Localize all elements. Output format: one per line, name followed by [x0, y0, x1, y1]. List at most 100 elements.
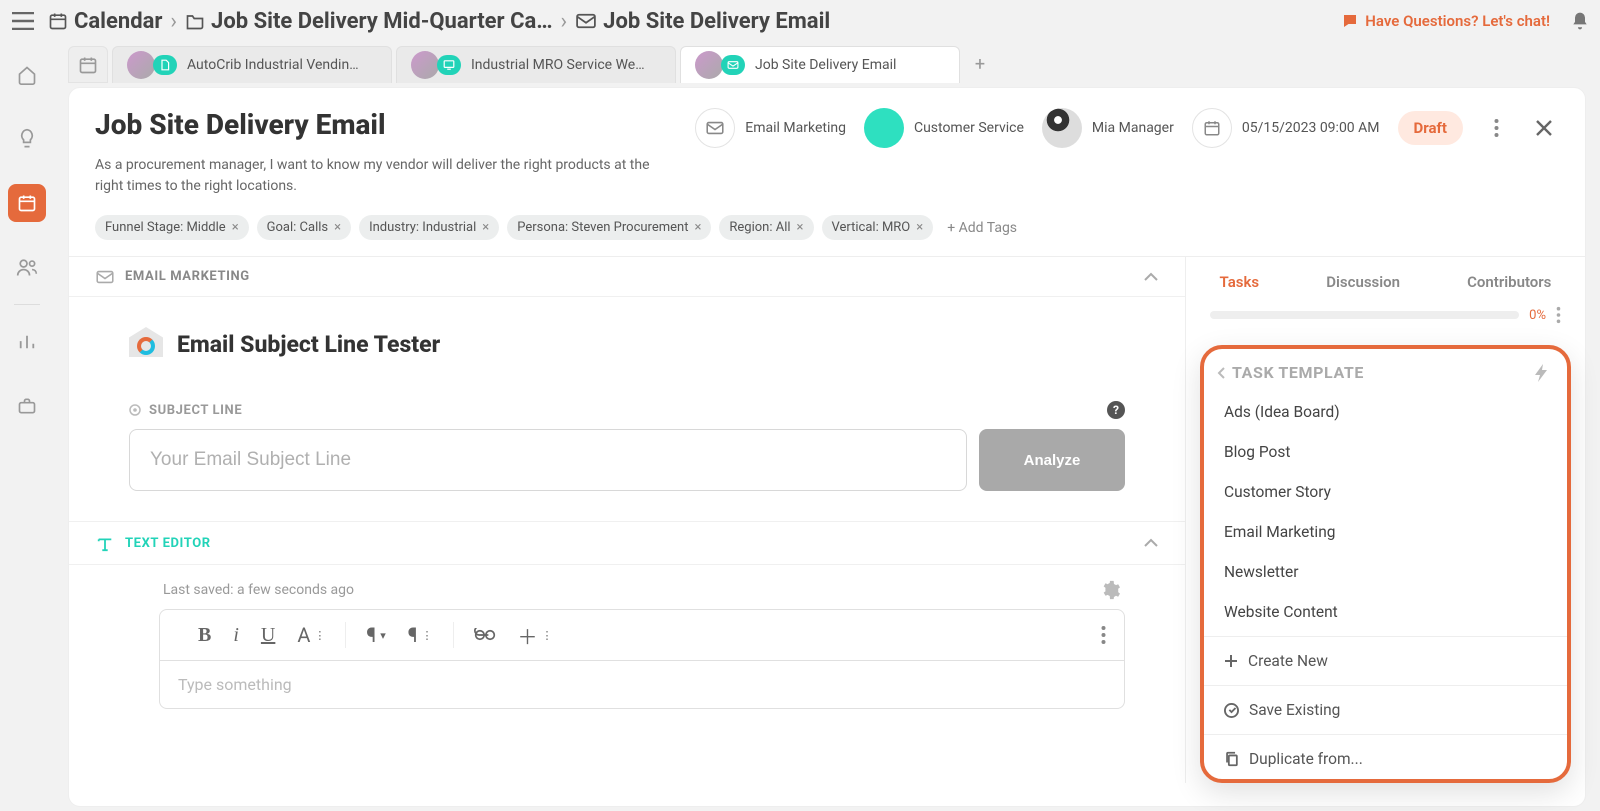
- link-button[interactable]: [474, 628, 496, 642]
- task-template-panel: TASK TEMPLATE Ads (Idea Board) Blog Post…: [1200, 345, 1571, 783]
- tag-chip[interactable]: Vertical: MRO ×: [822, 215, 934, 240]
- main-column: EMAIL MARKETING Email Subject Line Teste…: [69, 257, 1185, 783]
- tag-label: Funnel Stage: Middle: [105, 220, 226, 235]
- section-email-marketing-header[interactable]: EMAIL MARKETING: [69, 257, 1185, 297]
- channel-chip[interactable]: Email Marketing: [695, 108, 846, 148]
- chevron-up-icon: [1143, 538, 1159, 548]
- paragraph-ltr-button[interactable]: ¶▾: [366, 623, 385, 647]
- close-button[interactable]: [1529, 113, 1559, 143]
- breadcrumb-folder[interactable]: Job Site Delivery Mid-Quarter Ca…: [185, 9, 553, 34]
- tab-tasks[interactable]: Tasks: [1220, 273, 1260, 291]
- nav-team[interactable]: [8, 248, 46, 286]
- section-text-editor-header[interactable]: TEXT EDITOR: [69, 521, 1185, 565]
- nav-home[interactable]: [8, 56, 46, 94]
- help-icon: ?: [1107, 401, 1125, 419]
- add-tab-button[interactable]: +: [964, 54, 996, 75]
- breadcrumb-item[interactable]: Job Site Delivery Email: [575, 9, 830, 34]
- divider: [1204, 685, 1567, 686]
- tag-chip[interactable]: Industry: Industrial×: [359, 215, 499, 240]
- breadcrumb-calendar[interactable]: Calendar: [48, 9, 162, 34]
- copy-icon: [1224, 751, 1239, 767]
- add-tags-button[interactable]: + Add Tags: [947, 220, 1017, 236]
- tab-label: Job Site Delivery Email: [755, 57, 896, 73]
- status-pill[interactable]: Draft: [1398, 111, 1463, 145]
- tag-chip[interactable]: Funnel Stage: Middle ×: [95, 215, 249, 240]
- tab-contributors[interactable]: Contributors: [1467, 273, 1551, 291]
- nav-analytics[interactable]: [8, 323, 46, 361]
- subject-line-label: SUBJECT LINE: [129, 403, 242, 418]
- text-editor-body: Last saved: a few seconds ago B i U A⋮: [69, 565, 1185, 739]
- remove-tag-icon[interactable]: ×: [916, 220, 923, 235]
- nav-ideas[interactable]: [8, 120, 46, 158]
- bolt-icon[interactable]: [1535, 364, 1549, 382]
- content-card: Job Site Delivery Email As a procurement…: [68, 87, 1586, 807]
- bold-button[interactable]: B: [198, 624, 211, 647]
- help-chat-label: Have Questions? Let's chat!: [1365, 12, 1550, 30]
- editor-textarea[interactable]: Type something: [159, 661, 1125, 709]
- remove-tag-icon[interactable]: ×: [232, 220, 239, 235]
- tag-chip[interactable]: Region: All×: [719, 215, 813, 240]
- save-existing-template[interactable]: Save Existing: [1204, 690, 1567, 730]
- owner-chip[interactable]: Mia Manager: [1042, 108, 1174, 148]
- breadcrumb-item-label: Job Site Delivery Email: [603, 9, 830, 34]
- nav-assets[interactable]: [8, 387, 46, 425]
- email-icon: [95, 270, 115, 284]
- template-option[interactable]: Blog Post: [1204, 432, 1567, 472]
- page-title: Job Site Delivery Email: [95, 108, 655, 141]
- avatar-icon: [695, 51, 723, 79]
- calendar-icon: [1192, 108, 1232, 148]
- task-template-back[interactable]: TASK TEMPLATE: [1216, 363, 1364, 382]
- remove-tag-icon[interactable]: ×: [334, 220, 341, 235]
- last-saved-label: Last saved: a few seconds ago: [163, 582, 354, 598]
- template-option[interactable]: Ads (Idea Board): [1204, 392, 1567, 432]
- nav-divider: [14, 304, 40, 305]
- tab-calendar-overview[interactable]: [68, 46, 108, 83]
- tag-chip[interactable]: Goal: Calls×: [257, 215, 351, 240]
- tab-autocrib[interactable]: AutoCrib Industrial Vendin…: [112, 46, 392, 83]
- divider: [1204, 636, 1567, 637]
- right-tabs: Tasks Discussion Contributors: [1186, 257, 1585, 303]
- schedule-chip[interactable]: 05/15/2023 09:00 AM: [1192, 108, 1380, 148]
- italic-button[interactable]: i: [233, 624, 239, 647]
- insert-button[interactable]: ＋⋮: [518, 621, 553, 650]
- monitor-icon: [437, 55, 461, 75]
- tag-label: Vertical: MRO: [832, 220, 911, 235]
- remove-tag-icon[interactable]: ×: [797, 220, 804, 235]
- save-existing-label: Save Existing: [1249, 701, 1340, 719]
- create-new-template[interactable]: Create New: [1204, 641, 1567, 681]
- analyze-button[interactable]: Analyze: [979, 429, 1125, 491]
- duplicate-from-template[interactable]: Duplicate from...: [1204, 739, 1567, 779]
- avatar-icon: [1042, 108, 1082, 148]
- text-style-button[interactable]: A⋮: [297, 623, 325, 647]
- owner-label: Mia Manager: [1092, 120, 1174, 136]
- remove-tag-icon[interactable]: ×: [482, 220, 489, 235]
- task-template-heading: TASK TEMPLATE: [1232, 363, 1364, 382]
- task-menu-button[interactable]: [1556, 306, 1561, 324]
- target-icon: [129, 404, 141, 416]
- more-menu-button[interactable]: [1481, 113, 1511, 143]
- template-option[interactable]: Customer Story: [1204, 472, 1567, 512]
- breadcrumb-folder-label: Job Site Delivery Mid-Quarter Ca…: [211, 9, 553, 34]
- template-option[interactable]: Newsletter: [1204, 552, 1567, 592]
- team-chip[interactable]: Customer Service: [864, 108, 1024, 148]
- template-option[interactable]: Email Marketing: [1204, 512, 1567, 552]
- subject-label-text: SUBJECT LINE: [149, 403, 242, 418]
- notifications-icon[interactable]: [1570, 11, 1590, 31]
- toolbar-more-button[interactable]: [1101, 625, 1106, 645]
- breadcrumb: Calendar › Job Site Delivery Mid-Quarter…: [48, 9, 830, 34]
- nav-calendar[interactable]: [8, 184, 46, 222]
- tab-discussion[interactable]: Discussion: [1326, 273, 1400, 291]
- tab-industrial-mro[interactable]: Industrial MRO Service We…: [396, 46, 676, 83]
- underline-button[interactable]: U: [261, 624, 275, 647]
- avatar-icon: [411, 51, 439, 79]
- remove-tag-icon[interactable]: ×: [694, 220, 701, 235]
- editor-settings-button[interactable]: [1099, 579, 1121, 601]
- editor-placeholder: Type something: [178, 675, 292, 694]
- menu-toggle[interactable]: [10, 8, 36, 34]
- tag-chip[interactable]: Persona: Steven Procurement×: [507, 215, 711, 240]
- template-option[interactable]: Website Content: [1204, 592, 1567, 632]
- paragraph-options-button[interactable]: ¶⋮: [408, 623, 433, 647]
- help-chat-link[interactable]: Have Questions? Let's chat!: [1341, 12, 1550, 30]
- tab-job-site-email[interactable]: Job Site Delivery Email: [680, 46, 960, 83]
- subject-line-input[interactable]: [129, 429, 967, 491]
